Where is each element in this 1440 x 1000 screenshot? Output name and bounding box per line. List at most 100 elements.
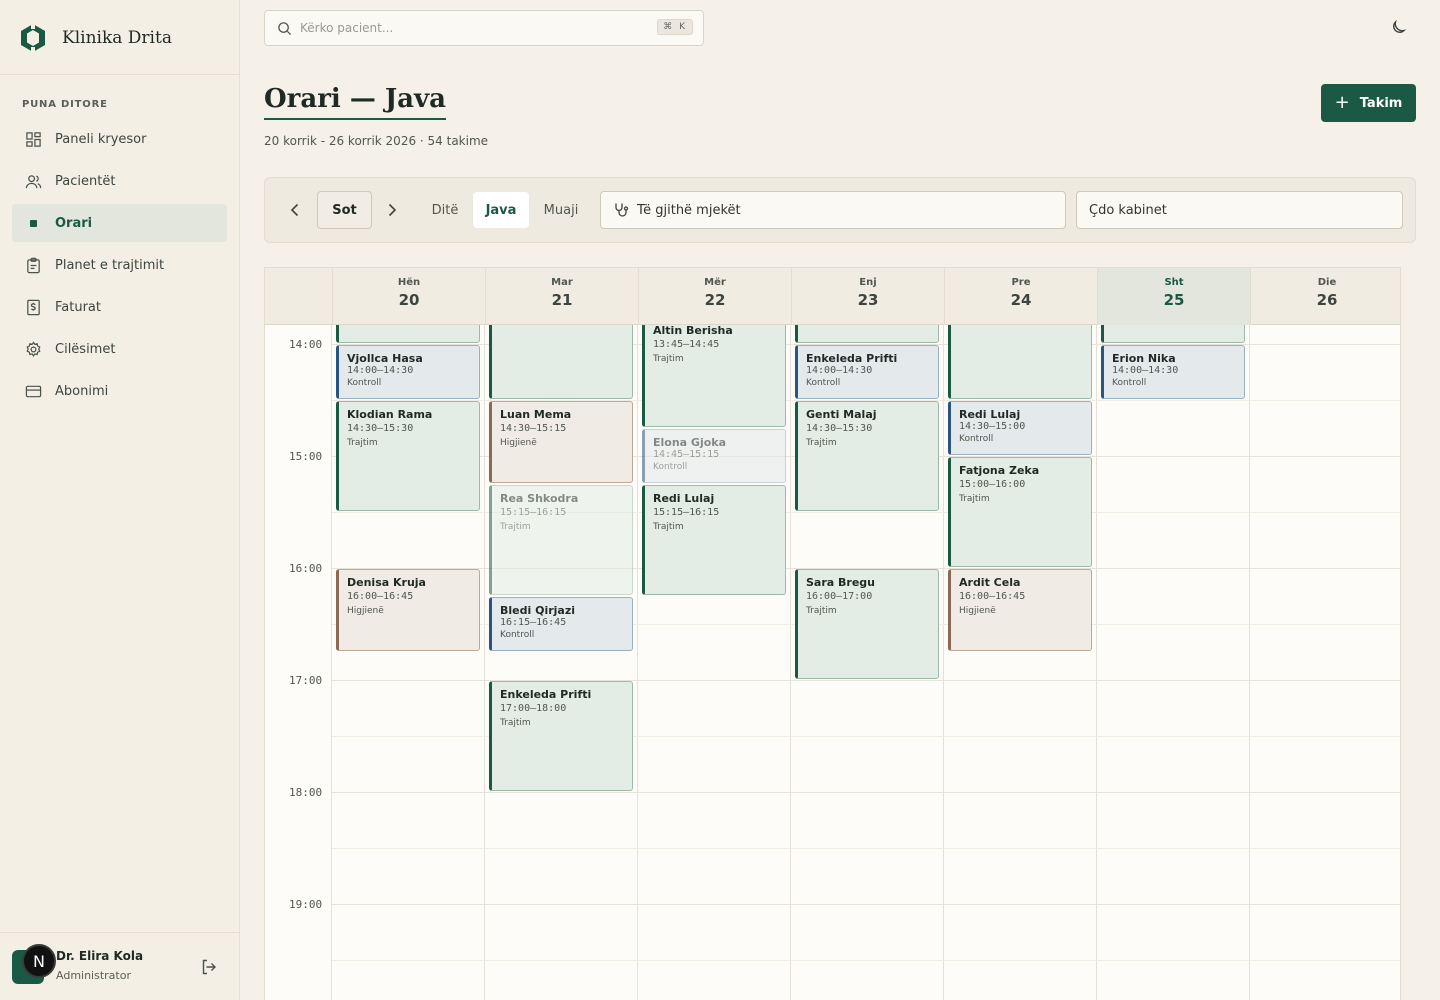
brand[interactable]: Klinika Drita — [18, 22, 172, 54]
day-name: Hën — [397, 277, 421, 288]
tab-week[interactable]: Java — [473, 192, 529, 228]
appointment-card[interactable]: Rea Shkodra 15:15–16:15 Trajtim — [489, 484, 633, 595]
stethoscope-icon — [615, 203, 629, 217]
day-name: Mër — [704, 277, 726, 288]
day-number: 20 — [398, 291, 420, 309]
user-role: Administrator — [56, 969, 131, 982]
hour-label: 17:00 — [289, 673, 323, 687]
brand-divider — [0, 74, 239, 75]
day-number: 24 — [1010, 291, 1032, 309]
sidebar-item-treatment-plans[interactable]: Planet e trajtimit — [12, 246, 227, 284]
sidebar-item-invoices[interactable]: Faturat — [12, 288, 227, 326]
appointment-type: Trajtim — [806, 605, 837, 616]
appointment-time: 14:00–14:30 — [1112, 364, 1179, 376]
section-title: PUNA DITORE — [22, 99, 108, 110]
appointment-card[interactable]: Klodian Rama 14:30–15:30 Trajtim — [336, 400, 480, 511]
appointment-card[interactable]: Trajtim — [948, 325, 1092, 399]
appointment-card[interactable]: Sara Bregu 16:00–17:00 Trajtim — [795, 568, 939, 679]
appointment-card[interactable]: Genti Malaj 14:30–15:30 Trajtim — [795, 400, 939, 511]
appointment-time: 14:30–15:00 — [959, 420, 1026, 432]
appointment-card[interactable]: Fatjona Zeka 15:00–16:00 Trajtim — [948, 456, 1092, 567]
sidebar-item-subscription[interactable]: Abonimi — [12, 372, 227, 410]
doctor-filter[interactable]: Të gjithë mjekët — [600, 191, 1066, 229]
day-number: 21 — [551, 291, 573, 309]
appointment-card[interactable]: Redi Lulaj 14:30–15:00 Kontroll — [948, 400, 1092, 455]
sidebar-item-schedule[interactable]: Orari — [12, 204, 227, 242]
day-number: 22 — [704, 291, 726, 309]
sidebar-item-dashboard[interactable]: Paneli kryesor — [12, 120, 227, 158]
day-name: Mar — [551, 277, 573, 288]
add-appointment-button[interactable]: + Takim — [1321, 84, 1416, 122]
appointment-card[interactable]: Enkeleda Prifti 17:00–18:00 Trajtim — [489, 680, 633, 791]
half-hour-line — [332, 847, 1400, 849]
day-header-21[interactable]: Mar 21 — [485, 268, 638, 325]
appointment-card[interactable]: Luan Mema 14:30–15:15 Higjienë — [489, 400, 633, 483]
appointment-time: 15:00–16:00 — [959, 478, 1026, 490]
appointment-patient: Sara Bregu — [806, 575, 875, 589]
appointment-patient: Altin Berisha — [653, 325, 733, 337]
search-box[interactable]: ⌘ K — [264, 10, 704, 46]
half-hour-line — [332, 959, 1400, 961]
calendar-header: Hën 20 Mar 21 Mër 22 Enj 23 Pre 24 Sht 25 Die 26 — [265, 268, 1400, 325]
appointment-patient: Klodian Rama — [347, 407, 433, 421]
user-divider — [0, 932, 239, 933]
user-profile: N Dr. Elira Kola Administrator — [10, 944, 230, 986]
search-input[interactable] — [300, 21, 640, 35]
sidebar-item-label: Pacientët — [55, 173, 116, 189]
appointment-patient: Elona Gjoka — [653, 435, 727, 449]
day-number: 23 — [857, 291, 879, 309]
tab-month[interactable]: Muaji — [535, 192, 587, 228]
hour-label: 16:00 — [289, 561, 323, 575]
today-button[interactable]: Sot — [317, 191, 372, 229]
appointment-card[interactable]: Vjollca Hasa 14:00–14:30 Kontroll — [336, 344, 480, 399]
appointment-patient: Erion Nika — [1112, 351, 1176, 365]
day-header-24[interactable]: Pre 24 — [944, 268, 1097, 325]
sidebar-item-label: Orari — [55, 215, 93, 231]
day-header-22[interactable]: Mër 22 — [638, 268, 791, 325]
user-name: Dr. Elira Kola — [56, 949, 144, 963]
appointment-card[interactable]: Denisa Kruja 16:00–16:45 Higjienë — [336, 568, 480, 651]
appointment-patient: Luan Mema — [500, 407, 572, 421]
invoice-icon — [24, 298, 42, 316]
appointment-card[interactable]: Trajtim — [489, 325, 633, 399]
day-name: Enj — [859, 277, 877, 288]
sidebar-item-patients[interactable]: Pacientët — [12, 162, 227, 200]
day-header-26[interactable]: Die 26 — [1250, 268, 1400, 325]
day-name: Pre — [1011, 277, 1031, 288]
appointment-card[interactable]: Altin Berisha 13:45–14:45 Trajtim — [642, 325, 786, 427]
day-header-20[interactable]: Hën 20 — [332, 268, 485, 325]
appointment-card[interactable]: Bledi Qirjazi 16:15–16:45 Kontroll — [489, 596, 633, 651]
appointment-patient: Redi Lulaj — [959, 407, 1021, 421]
appointment-card[interactable]: Elona Gjoka 14:45–15:15 Kontroll — [642, 428, 786, 483]
sidebar-item-settings[interactable]: Cilësimet — [12, 330, 227, 368]
day-header-23[interactable]: Enj 23 — [791, 268, 944, 325]
appointment-card[interactable]: Enkeleda Prifti 14:00–14:30 Kontroll — [795, 344, 939, 399]
appointment-card[interactable] — [1101, 325, 1245, 343]
tab-day[interactable]: Ditë — [421, 192, 469, 228]
appointment-type: Higjienë — [347, 605, 384, 616]
appointment-patient: Denisa Kruja — [347, 575, 426, 589]
moon-icon[interactable] — [1388, 18, 1408, 38]
appointment-card[interactable]: Erion Nika 14:00–14:30 Kontroll — [1101, 344, 1245, 399]
appointment-time: 15:15–16:15 — [500, 506, 567, 518]
appointment-card[interactable] — [336, 325, 480, 343]
appointment-card[interactable]: Ardit Cela 16:00–16:45 Higjienë — [948, 568, 1092, 651]
room-filter[interactable]: Çdo kabinet — [1076, 191, 1403, 229]
chevron-left-icon[interactable] — [285, 200, 305, 220]
appointment-time: 14:00–14:30 — [347, 364, 414, 376]
appointment-time: 14:45–15:15 — [653, 448, 720, 460]
avatar[interactable]: N — [22, 944, 56, 978]
gear-icon — [24, 340, 42, 358]
appointment-card[interactable]: Redi Lulaj 15:15–16:15 Trajtim — [642, 484, 786, 595]
day-header-25[interactable]: Sht 25 — [1097, 268, 1250, 325]
appointment-time: 15:15–16:15 — [653, 506, 720, 518]
chevron-right-icon[interactable] — [382, 200, 402, 220]
appointment-type: Higjienë — [500, 437, 537, 448]
hour-label: 19:00 — [289, 897, 323, 911]
sidebar: Klinika Drita PUNA DITORE Paneli kryesor… — [0, 0, 240, 1000]
appointment-patient: Rea Shkodra — [500, 491, 579, 505]
appointment-card[interactable] — [795, 325, 939, 343]
day-name: Sht — [1164, 277, 1184, 288]
logout-icon[interactable] — [200, 958, 218, 976]
calendar-body: 14:00 15:00 16:00 17:00 18:00 19:00 Vjollca Ha… — [265, 325, 1400, 1000]
